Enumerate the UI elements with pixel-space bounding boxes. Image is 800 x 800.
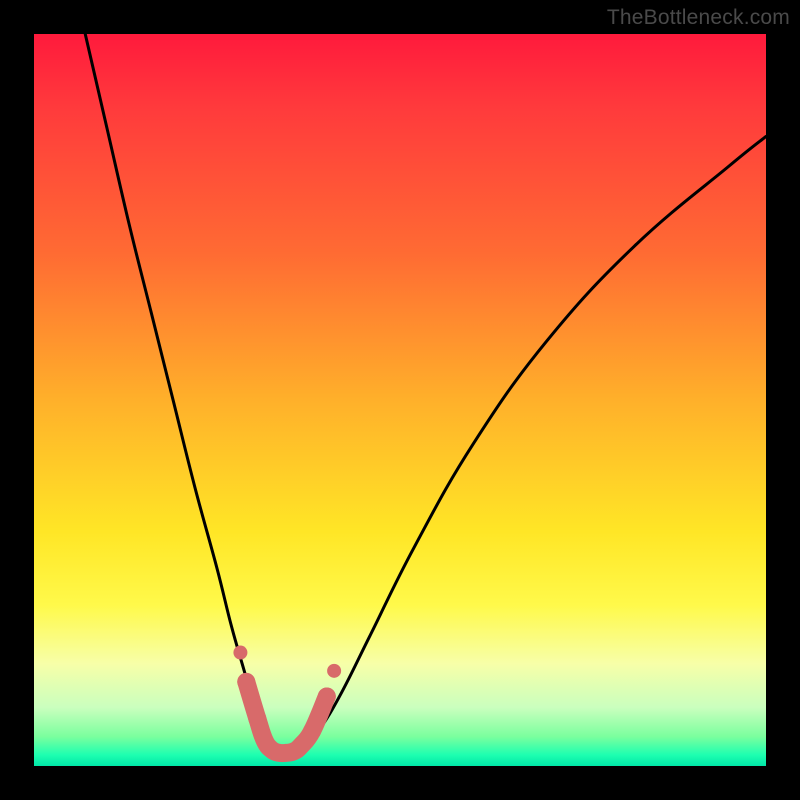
highlight-dot xyxy=(248,709,266,727)
chart-svg xyxy=(34,34,766,766)
chart-plot-area xyxy=(34,34,766,766)
highlight-dot xyxy=(233,646,247,660)
highlight-markers xyxy=(233,646,341,754)
highlight-dot xyxy=(303,722,321,740)
outer-frame: TheBottleneck.com xyxy=(0,0,800,800)
bottleneck-curve xyxy=(85,34,766,752)
highlight-dot xyxy=(237,673,255,691)
watermark-text: TheBottleneck.com xyxy=(607,6,790,30)
highlight-dot xyxy=(318,687,336,705)
highlight-dot xyxy=(327,664,341,678)
